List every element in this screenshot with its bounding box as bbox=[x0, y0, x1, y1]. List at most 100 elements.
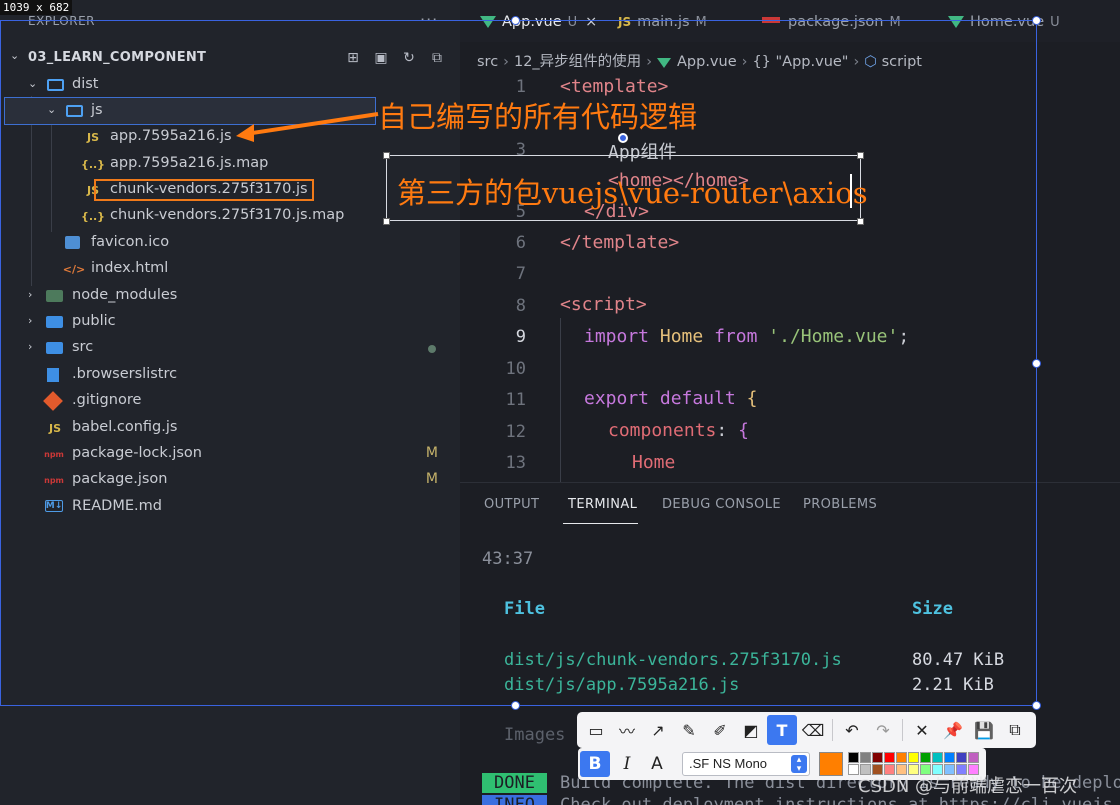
copy-icon[interactable]: ⧉ bbox=[1000, 715, 1030, 745]
code-line: Home bbox=[632, 452, 676, 473]
breadcrumb-item[interactable]: script bbox=[882, 54, 922, 70]
color-swatch[interactable] bbox=[860, 752, 871, 763]
close-icon[interactable]: × bbox=[585, 14, 597, 30]
text-tool-button[interactable]: T bbox=[767, 715, 797, 745]
new-folder-icon[interactable]: ▣ bbox=[372, 49, 390, 67]
bold-button[interactable]: B bbox=[580, 751, 610, 777]
tab-debug-console[interactable]: DEBUG CONSOLE bbox=[662, 497, 781, 512]
color-swatch[interactable] bbox=[944, 752, 955, 763]
terminal-time: 43:37 bbox=[482, 549, 534, 569]
vue-icon bbox=[480, 16, 496, 28]
color-swatch[interactable] bbox=[956, 752, 967, 763]
breadcrumb-item[interactable]: App.vue bbox=[677, 54, 737, 70]
tree-item-favicon[interactable]: favicon.ico bbox=[0, 230, 460, 256]
color-swatch[interactable] bbox=[884, 752, 895, 763]
breadcrumb-item[interactable]: 12_异步组件的使用 bbox=[514, 54, 641, 70]
vue-icon bbox=[948, 16, 964, 28]
rotate-handle[interactable] bbox=[618, 133, 628, 143]
pin-icon[interactable]: 📌 bbox=[938, 715, 968, 745]
editor-tabs: App.vue U × JS main.js M package.json M Home.… bbox=[460, 0, 1120, 42]
arrow-tool-icon[interactable]: ↗ bbox=[643, 715, 673, 745]
more-actions-button[interactable]: ··· bbox=[420, 10, 438, 29]
color-swatch[interactable] bbox=[872, 752, 883, 763]
terminal-size-row: 2.21 KiB bbox=[912, 675, 994, 695]
refresh-icon[interactable]: ↻ bbox=[400, 49, 418, 67]
tab-main-js[interactable]: JS main.js M bbox=[618, 14, 707, 30]
outline-button[interactable]: A bbox=[642, 751, 672, 777]
color-swatch[interactable] bbox=[932, 752, 943, 763]
tree-item-babel-config[interactable]: JS babel.config.js bbox=[0, 415, 460, 441]
current-color-swatch[interactable] bbox=[819, 752, 843, 776]
tree-item-readme[interactable]: M↓ README.md bbox=[0, 494, 460, 520]
resize-handle[interactable] bbox=[511, 701, 520, 710]
eraser-icon[interactable]: ⌫ bbox=[798, 715, 828, 745]
annotation-text-code-logic[interactable]: 自己编写的所有代码逻辑 bbox=[378, 94, 697, 136]
code-line: components: { bbox=[608, 420, 749, 441]
annotation-text-third-party[interactable]: 第三方的包vuejs\vue-router\axios bbox=[397, 170, 868, 212]
tree-item-node-modules[interactable]: › node_modules bbox=[0, 283, 460, 309]
tab-output[interactable]: OUTPUT bbox=[484, 497, 539, 512]
resize-handle[interactable] bbox=[1032, 16, 1041, 25]
freehand-line-icon[interactable]: 〰 bbox=[612, 715, 642, 745]
italic-button[interactable]: I bbox=[612, 751, 642, 777]
tab-problems[interactable]: PROBLEMS bbox=[803, 497, 877, 512]
cube-icon: ⬡ bbox=[864, 54, 877, 70]
json-file-icon: {..} bbox=[80, 209, 106, 223]
breadcrumb-item[interactable]: {} "App.vue" bbox=[752, 54, 848, 70]
tree-item-package-json[interactable]: npm package.json M bbox=[0, 467, 460, 493]
resize-handle[interactable] bbox=[383, 152, 390, 159]
tree-item-browserslistrc[interactable]: .browserslistrc bbox=[0, 362, 460, 388]
tab-package-json[interactable]: package.json M bbox=[762, 14, 901, 30]
color-swatch[interactable] bbox=[920, 752, 931, 763]
tab-terminal[interactable]: TERMINAL bbox=[568, 497, 637, 512]
workspace-root[interactable]: ⌄ 03_LEARN_COMPONENT ⊞ ▣ ↻ ⧉ bbox=[0, 45, 460, 71]
npm-icon bbox=[762, 17, 780, 23]
new-file-icon[interactable]: ⊞ bbox=[344, 49, 362, 67]
highlighter-icon[interactable]: ✐ bbox=[705, 715, 735, 745]
node-folder-icon bbox=[46, 290, 63, 302]
shape-tool-icon[interactable]: ▭ bbox=[581, 715, 611, 745]
tab-home-vue[interactable]: Home.vue U bbox=[948, 14, 1060, 30]
tree-item-label: .browserslistrc bbox=[72, 366, 178, 382]
terminal-col-file: File bbox=[504, 599, 545, 619]
tree-item-gitignore[interactable]: .gitignore bbox=[0, 388, 460, 414]
pen-tool-icon[interactable]: ✎ bbox=[674, 715, 704, 745]
color-swatch[interactable] bbox=[848, 752, 859, 763]
folder-open-icon bbox=[66, 105, 83, 117]
close-icon[interactable]: ✕ bbox=[907, 715, 937, 745]
resize-handle[interactable] bbox=[383, 218, 390, 225]
breadcrumb-item[interactable]: src bbox=[477, 54, 498, 70]
color-swatch[interactable] bbox=[968, 752, 979, 763]
save-icon[interactable]: 💾 bbox=[969, 715, 999, 745]
font-select[interactable]: .SF NS Mono ▴ ▾ bbox=[682, 752, 810, 776]
tree-item-public[interactable]: › public bbox=[0, 309, 460, 335]
tab-label: main.js bbox=[637, 14, 690, 30]
modified-dot bbox=[428, 345, 436, 353]
resize-handle[interactable] bbox=[857, 218, 864, 225]
tree-item-label: js bbox=[91, 102, 103, 118]
tree-item-label: favicon.ico bbox=[91, 234, 170, 250]
line-number: 12 bbox=[505, 422, 526, 442]
collapse-all-icon[interactable]: ⧉ bbox=[428, 49, 446, 67]
resize-handle[interactable] bbox=[1032, 701, 1041, 710]
resize-handle[interactable] bbox=[1032, 359, 1041, 368]
color-swatch[interactable] bbox=[908, 752, 919, 763]
mosaic-icon[interactable]: ◩ bbox=[736, 715, 766, 745]
resize-handle[interactable] bbox=[511, 16, 520, 25]
chevron-right-icon: › bbox=[28, 314, 33, 327]
js-file-icon: JS bbox=[86, 130, 99, 144]
redo-icon[interactable]: ↷ bbox=[868, 715, 898, 745]
explorer-title: EXPLORER bbox=[28, 14, 95, 28]
tree-item-label: src bbox=[72, 339, 94, 355]
tree-item-index-html[interactable]: </> index.html bbox=[0, 256, 460, 282]
undo-icon[interactable]: ↶ bbox=[837, 715, 867, 745]
color-swatch[interactable] bbox=[896, 752, 907, 763]
divider bbox=[902, 719, 903, 741]
tree-item-src[interactable]: › src bbox=[0, 335, 460, 361]
line-number: 7 bbox=[515, 264, 526, 284]
git-status-badge: M bbox=[425, 445, 438, 461]
resize-handle[interactable] bbox=[857, 152, 864, 159]
tab-app-vue[interactable]: App.vue U × bbox=[480, 14, 597, 30]
tree-item-package-lock[interactable]: npm package-lock.json M bbox=[0, 441, 460, 467]
terminal-images-text: Images bbox=[504, 725, 566, 745]
